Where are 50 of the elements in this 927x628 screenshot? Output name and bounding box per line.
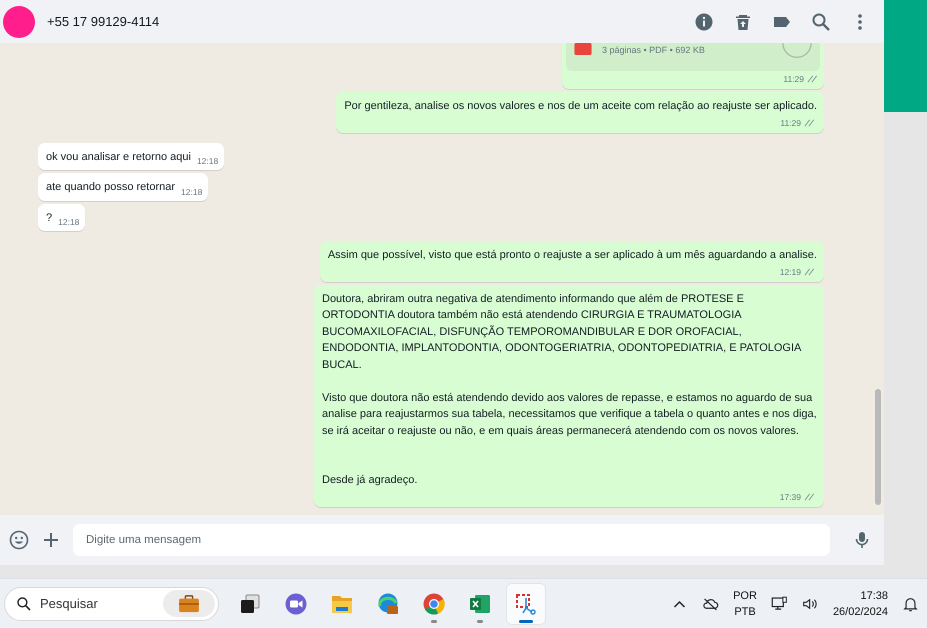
message-text: ? (46, 210, 52, 226)
network-icon[interactable] (770, 596, 788, 612)
message-text: Assim que possível, visto que está pronto o reajuste a ser aplicado à um mês aguardando a analise. (328, 248, 817, 263)
scissors-icon (514, 592, 538, 616)
emoji-icon[interactable] (9, 530, 29, 550)
browser-icon (376, 592, 400, 616)
language-indicator[interactable]: POR PTB (733, 588, 757, 620)
message-time: 12:19 (780, 266, 801, 276)
keyboard-layout: PTB (734, 604, 756, 620)
document-meta: 3 páginas • PDF • 692 KB (602, 45, 705, 55)
message-text: ate quando posso retornar (46, 180, 176, 195)
taskbar-search[interactable]: Pesquisar (4, 586, 219, 620)
message-input[interactable]: Digite uma mensagem (73, 524, 830, 556)
message-time: 11:29 (783, 74, 804, 84)
briefcase-icon (178, 594, 200, 612)
task-view-icon (238, 592, 262, 616)
contact-avatar[interactable] (3, 6, 35, 38)
message-time: 12:18 (196, 156, 218, 166)
pdf-icon (574, 43, 592, 55)
message-time: 17:39 (780, 492, 801, 502)
message-text: ok vou analisar e retorno aqui (46, 150, 191, 164)
message-time: 11:29 (780, 118, 801, 128)
search-icon[interactable] (811, 12, 831, 32)
double-check-icon (804, 492, 817, 500)
bell-icon[interactable] (902, 596, 919, 612)
document-message[interactable]: 3 páginas • PDF • 692 KB 11:29 (562, 43, 824, 89)
running-indicator (477, 620, 483, 622)
info-icon[interactable] (694, 12, 714, 32)
contact-name[interactable]: +55 17 99129-4114 (47, 14, 160, 29)
running-indicator (431, 620, 437, 622)
double-check-icon (804, 268, 817, 276)
clock-date: 26/02/2024 (832, 604, 888, 620)
chrome-icon (422, 592, 446, 616)
cloud-off-icon[interactable] (702, 596, 720, 612)
double-check-icon (807, 75, 820, 83)
video-chat-icon (284, 592, 308, 616)
message-text: Por gentileza, analise os novos valores e nos de um aceite com relação ao reajuste ser aplicado. (344, 99, 817, 114)
briefcase-badge[interactable] (163, 590, 215, 617)
message-time: 12:18 (181, 186, 202, 196)
clock-time: 17:38 (860, 588, 888, 604)
search-icon (16, 596, 32, 612)
language-code: POR (733, 588, 757, 604)
message-text: Doutora, abriram outra negativa de atendimento informando que além de PROTESE E ORTODONTIA doutora também não está atendendo CIRURGIA E TRAUMATOLOGIA BUCOMAXILOFACIAL, DISFUNÇÃO TEMPOROMANDIBULAR E DOR OROFACIAL, ENDODONTIA, IMPLANTODONTIA, ODONTOGERIATRIA, ODONTOPEDIATRIA, E PATOLOGIA BUCAL. Visto que doutora não está atendendo devido aos valores de repasse, e estamos no aguardo de sua analise para reajustarmos sua tabela, necessitamos que verifique a tabela o quanto antes e nos diga, se irá aceitar o reajuste ou não, e em quais áreas permanecerá atendendo com os novos valores. Desde já agradeço. (322, 292, 817, 488)
double-check-icon (804, 118, 817, 126)
scrollbar-thumb[interactable] (875, 389, 881, 505)
search-placeholder: Pesquisar (40, 596, 98, 611)
running-indicator (519, 620, 533, 622)
clock[interactable]: 17:38 26/02/2024 (832, 588, 888, 620)
message-time: 12:18 (58, 217, 80, 227)
plus-icon[interactable] (41, 530, 61, 550)
